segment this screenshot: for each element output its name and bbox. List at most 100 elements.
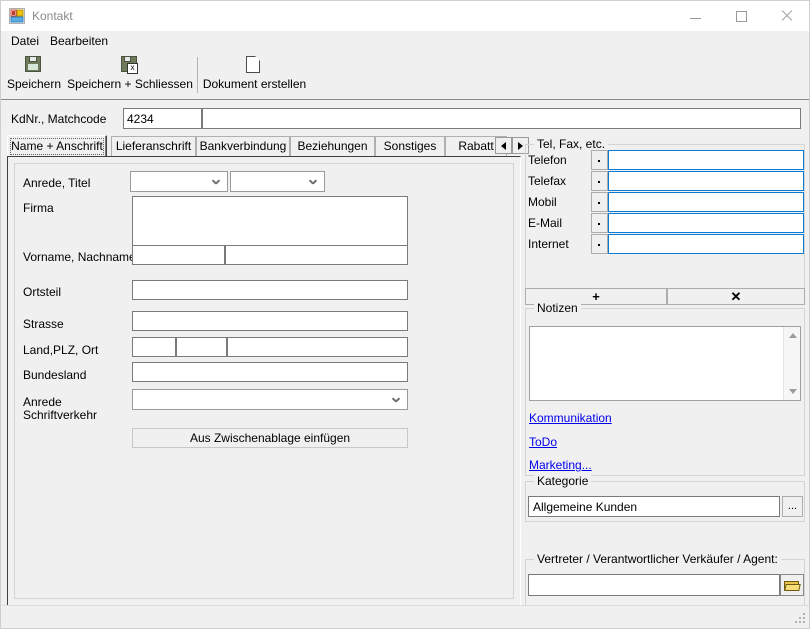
open-folder-icon (784, 579, 801, 591)
save-and-close-button[interactable]: Speichern + Schliessen (67, 56, 193, 96)
notes-area (529, 326, 801, 401)
telefax-label: Telefax (528, 174, 567, 188)
vorname-nachname-label: Vorname, Nachname (23, 250, 136, 264)
mobil-input[interactable] (608, 192, 804, 212)
link-marketing[interactable]: Marketing... (529, 458, 592, 472)
anrede-titel-label: Anrede, Titel (23, 176, 91, 190)
land-input[interactable] (132, 337, 176, 357)
app-icon (9, 8, 25, 24)
maximize-button[interactable] (718, 1, 764, 31)
plz-input[interactable] (176, 337, 227, 357)
tab-strip: Name + Anschrift Lieferanschrift Bankver… (7, 135, 529, 158)
ort-input[interactable] (227, 337, 408, 357)
vertreter-input[interactable] (528, 574, 780, 596)
kdnr-label: KdNr., Matchcode (11, 112, 107, 126)
save-and-close-button-label: Speichern + Schliessen (67, 77, 193, 91)
tab-lieferanschrift[interactable]: Lieferanschrift (111, 136, 196, 157)
scroll-down-button[interactable] (784, 383, 801, 400)
email-detail-button[interactable] (591, 213, 608, 233)
scroll-left-icon (501, 141, 506, 150)
tab-label: Beziehungen (297, 139, 368, 153)
kdnr-input[interactable] (123, 108, 202, 129)
vertreter-group-title: Vertreter / Verantwortlicher Verkäufer /… (534, 552, 781, 566)
tab-bankverbindung[interactable]: Bankverbindung (196, 136, 290, 157)
ortsteil-label: Ortsteil (23, 285, 62, 299)
tab-name-anschrift[interactable]: Name + Anschrift (7, 135, 107, 158)
tab-sonstiges[interactable]: Sonstiges (375, 136, 445, 157)
create-document-button-label: Dokument erstellen (202, 77, 307, 91)
minimize-icon (689, 18, 701, 19)
close-button[interactable] (764, 1, 809, 31)
telefon-label: Telefon (528, 153, 567, 167)
kontakt-window: Kontakt Datei Bearbeiten Speichern Speic… (0, 0, 810, 629)
notes-scrollbar[interactable] (783, 327, 800, 400)
kategorie-input[interactable] (528, 496, 780, 517)
ortsteil-input[interactable] (132, 280, 408, 300)
create-document-button[interactable]: Dokument erstellen (202, 56, 307, 96)
kategorie-group-title: Kategorie (534, 474, 592, 488)
internet-input[interactable] (608, 234, 804, 254)
tab-beziehungen[interactable]: Beziehungen (290, 136, 375, 157)
notes-group-title: Notizen (534, 301, 581, 315)
notes-input[interactable] (530, 327, 783, 400)
chevron-down-icon (393, 397, 400, 404)
telefon-input[interactable] (608, 150, 804, 170)
strasse-input[interactable] (132, 311, 408, 331)
firma-input[interactable] (132, 196, 408, 248)
minimize-button[interactable] (672, 1, 718, 31)
close-icon (781, 10, 793, 22)
toolbar-separator (197, 57, 198, 93)
document-icon (245, 56, 264, 74)
delete-contact-button[interactable]: ✕ (667, 288, 805, 305)
link-todo[interactable]: ToDo (529, 435, 557, 449)
vertreter-browse-button[interactable] (780, 574, 804, 596)
tab-page-name-anschrift: Anrede, Titel Firma Vorname, Nachname Or… (7, 156, 521, 606)
save-button-label: Speichern (6, 77, 62, 91)
mobil-label: Mobil (528, 195, 557, 209)
anrede-select[interactable] (130, 171, 228, 192)
menu-item-datei[interactable]: Datei (7, 33, 43, 49)
nachname-input[interactable] (225, 245, 408, 265)
scroll-right-icon (518, 141, 523, 150)
contact-group-title: Tel, Fax, etc. (534, 137, 609, 151)
anrede-schriftverkehr-label-line1: Anrede (23, 395, 62, 409)
telefon-detail-button[interactable] (591, 150, 608, 170)
tab-label: Bankverbindung (199, 139, 287, 153)
email-input[interactable] (608, 213, 804, 233)
window-title: Kontakt (32, 9, 73, 23)
telefax-input[interactable] (608, 171, 804, 191)
menu-item-bearbeiten[interactable]: Bearbeiten (46, 33, 112, 49)
tab-label: Rabatt (458, 139, 494, 153)
titel-select[interactable] (230, 171, 325, 192)
matchcode-input[interactable] (202, 108, 801, 129)
chevron-down-icon (788, 389, 797, 394)
internet-label: Internet (528, 237, 569, 251)
tab-label: Lieferanschrift (115, 139, 192, 153)
link-kommunikation[interactable]: Kommunikation (529, 411, 612, 425)
toolbar: Speichern Speichern + Schliessen Dokumen… (1, 51, 809, 100)
bundesland-input[interactable] (132, 362, 408, 382)
maximize-icon (735, 10, 747, 22)
kategorie-browse-button[interactable]: ... (782, 496, 803, 517)
floppy-disk-close-icon (121, 56, 139, 74)
status-bar (2, 605, 809, 627)
tab-focus-rect (10, 138, 104, 155)
paste-from-clipboard-button[interactable]: Aus Zwischenablage einfügen (132, 428, 408, 448)
tab-label: Sonstiges (383, 139, 437, 153)
save-button[interactable]: Speichern (7, 56, 61, 96)
anrede-schriftverkehr-select[interactable] (132, 389, 408, 410)
telefax-detail-button[interactable] (591, 171, 608, 191)
email-label: E-Mail (528, 216, 563, 230)
vorname-input[interactable] (132, 245, 225, 265)
tab-scroll-left-button[interactable] (495, 137, 512, 154)
anrede-schriftverkehr-label-line2: Schriftverkehr (23, 408, 98, 422)
title-bar: Kontakt (1, 1, 809, 31)
chevron-down-icon (213, 179, 220, 186)
internet-detail-button[interactable] (591, 234, 608, 254)
menu-bar: Datei Bearbeiten (1, 31, 809, 51)
mobil-detail-button[interactable] (591, 192, 608, 212)
firma-label: Firma (23, 201, 54, 215)
scroll-up-button[interactable] (784, 327, 801, 344)
resize-grip[interactable] (795, 613, 807, 625)
floppy-disk-icon (25, 56, 43, 74)
